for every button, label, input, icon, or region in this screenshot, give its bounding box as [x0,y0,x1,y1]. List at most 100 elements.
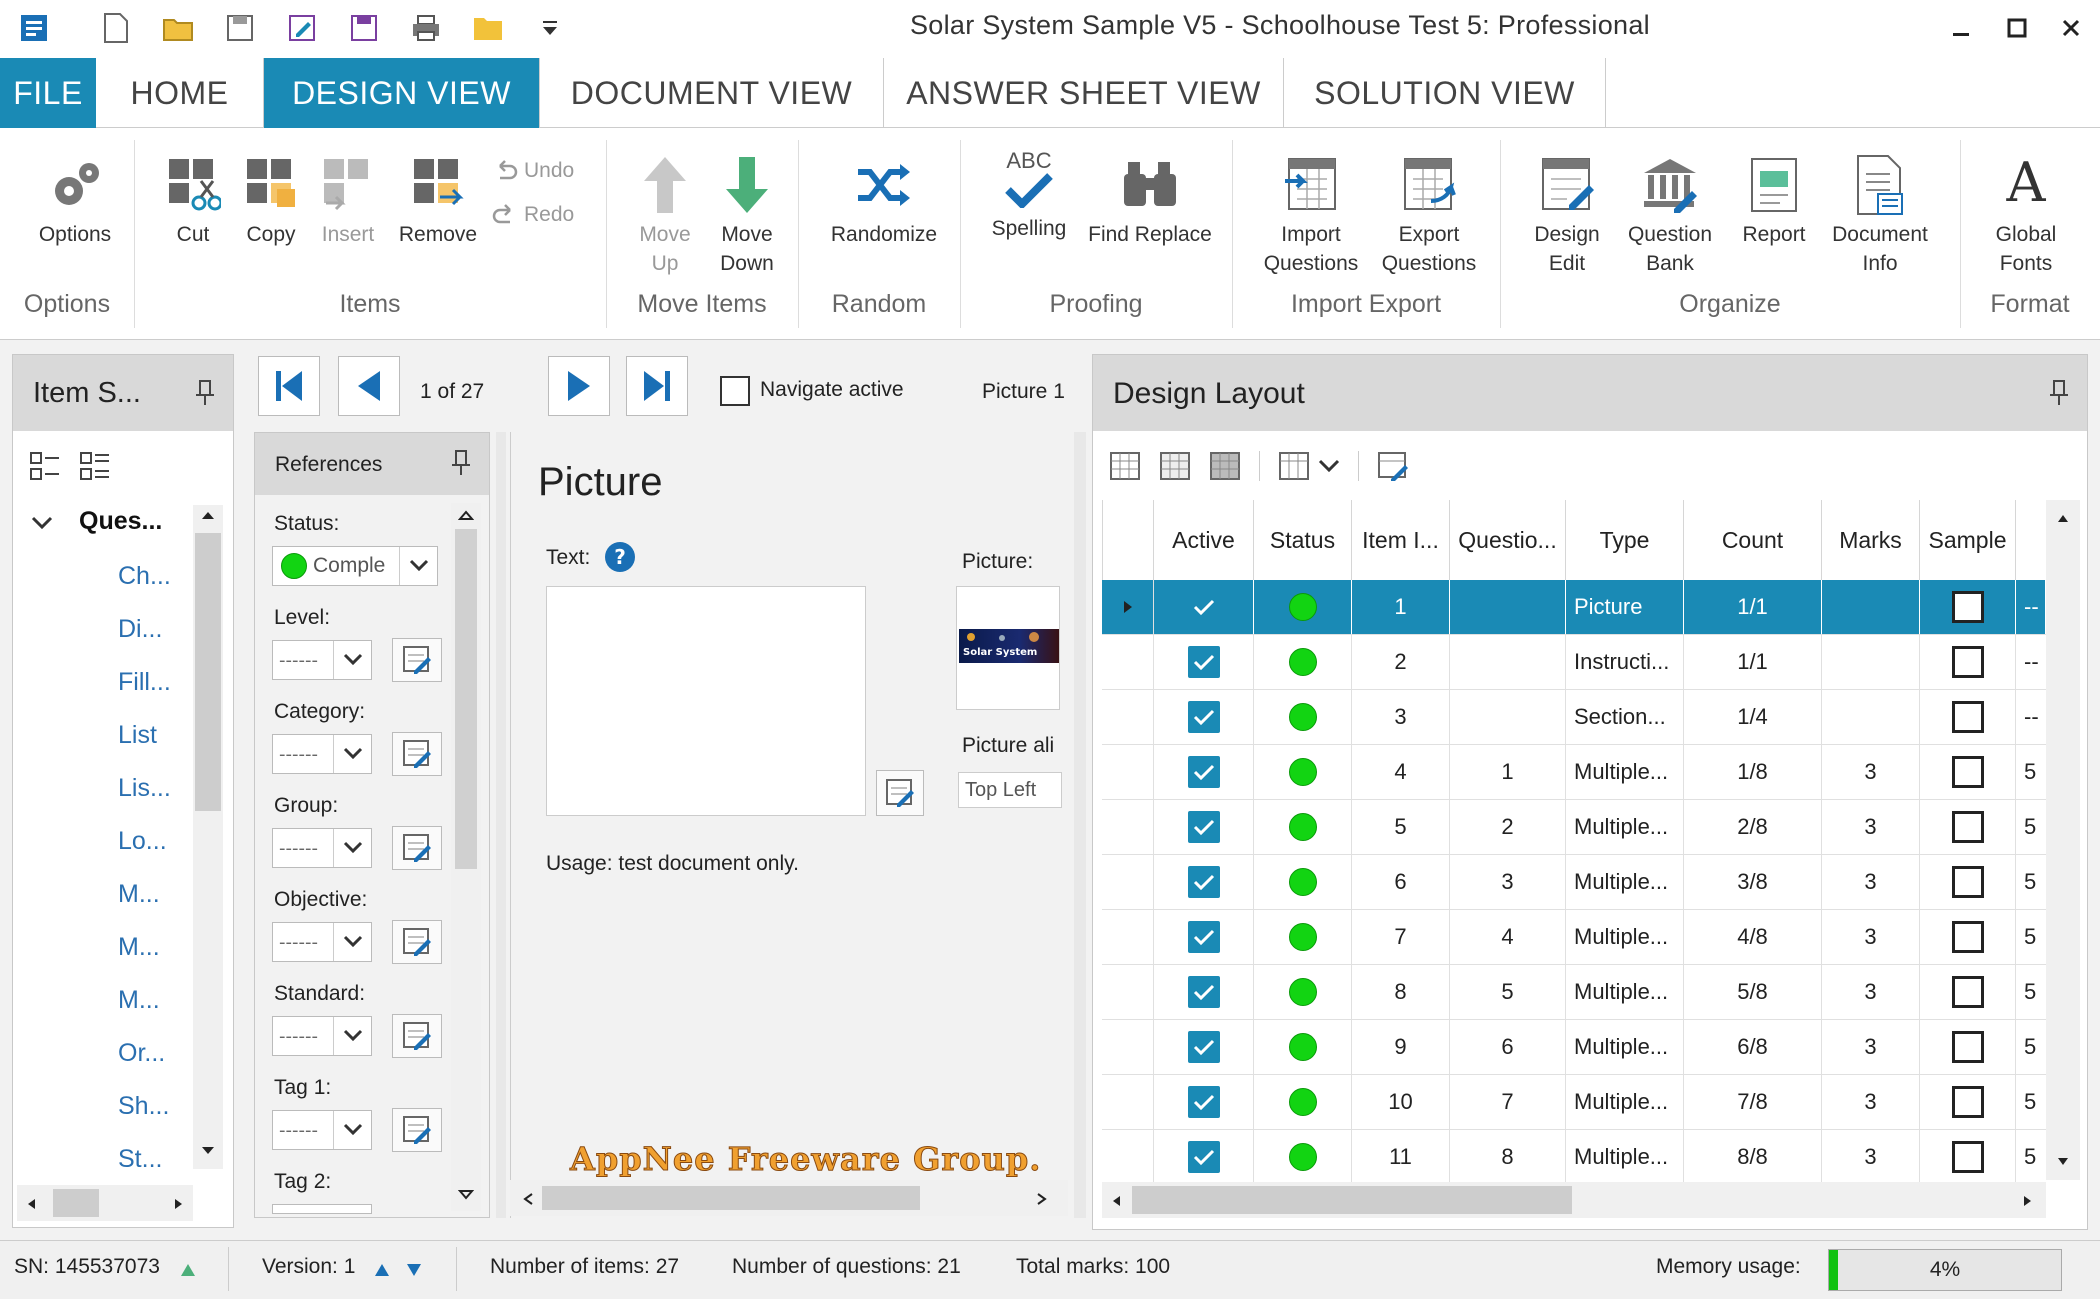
redo-button[interactable]: Redo [492,200,574,229]
tab-file[interactable]: FILE [0,58,96,128]
sample-checkbox[interactable] [1951,1086,1984,1118]
help-icon[interactable]: ? [605,542,635,572]
picture-align-select[interactable]: Top Left [958,772,1062,808]
tree-root[interactable]: Ques... [79,507,162,536]
picture-preview[interactable]: Solar System [956,586,1060,710]
active-checkbox[interactable] [1187,921,1220,953]
sample-checkbox[interactable] [1951,591,1984,623]
tab-answer-sheet-view[interactable]: ANSWER SHEET VIEW [884,58,1284,128]
grid-vscrollbar[interactable] [2046,500,2080,1180]
navigate-active-checkbox[interactable] [720,376,750,406]
tree-item[interactable]: M... [118,933,160,962]
editor-hscrollbar[interactable] [510,1180,1068,1216]
tab-document-view[interactable]: DOCUMENT VIEW [540,58,884,128]
tab-home[interactable]: HOME [96,58,264,128]
sample-checkbox[interactable] [1951,646,1984,678]
edit-objective-button[interactable] [392,920,442,964]
save-as-icon[interactable] [344,8,384,48]
group-select[interactable]: ------ [272,828,372,868]
expand-all-icon[interactable] [29,451,61,481]
sample-checkbox[interactable] [1951,866,1984,898]
design-edit-button[interactable]: Design Edit [1520,154,1614,278]
grid-hscrollbar[interactable] [1102,1182,2046,1218]
scroll-down-icon[interactable] [458,1189,474,1201]
chevron-down-icon[interactable] [399,547,437,585]
new-document-icon[interactable] [96,8,136,48]
scroll-left-icon[interactable] [1110,1194,1122,1208]
scroll-up-icon[interactable] [2056,512,2070,524]
minimize-button[interactable] [1936,8,1986,48]
status-select[interactable]: Comple [272,546,438,586]
move-down-button[interactable]: Move Down [712,154,782,278]
sample-checkbox[interactable] [1951,976,1984,1008]
chevron-down-icon[interactable] [333,1017,371,1055]
table-row[interactable]: 11 8 Multiple... 8/8 3 5 [1102,1130,2046,1185]
last-item-button[interactable] [626,356,688,416]
randomize-button[interactable]: Randomize [822,154,946,249]
print-icon[interactable] [406,8,446,48]
column-header-count[interactable]: Count [1684,500,1822,580]
table-row[interactable]: 5 2 Multiple... 2/8 3 5 [1102,800,2046,855]
active-checkbox[interactable] [1187,811,1220,843]
save-icon[interactable] [220,8,260,48]
tree-item[interactable]: Sh... [118,1092,169,1121]
tree-item[interactable]: Lo... [118,827,167,856]
chevron-down-icon[interactable] [333,923,371,961]
hscroll-thumb[interactable] [1132,1186,1572,1214]
tree-item[interactable]: M... [118,986,160,1015]
table-row[interactable]: 10 7 Multiple... 7/8 3 5 [1102,1075,2046,1130]
table-row[interactable]: 7 4 Multiple... 4/8 3 5 [1102,910,2046,965]
tab-design-view[interactable]: DESIGN VIEW [264,58,540,128]
export-questions-button[interactable]: Export Questions [1374,154,1484,278]
edit-layout-icon[interactable] [1377,451,1409,481]
tree-item[interactable]: Or... [118,1039,165,1068]
find-replace-button[interactable]: Find Replace [1084,154,1216,249]
cut-button[interactable]: Cut [156,154,230,249]
app-icon[interactable] [14,8,54,48]
table-row[interactable]: 3 Section... 1/4 -- [1102,690,2046,745]
sample-checkbox[interactable] [1951,1141,1984,1173]
remove-button[interactable]: Remove [392,154,484,249]
scroll-right-icon[interactable] [2022,1194,2034,1208]
grid-filled-icon[interactable] [1209,451,1241,481]
references-scrollbar[interactable] [451,503,481,1211]
table-row[interactable]: 4 1 Multiple... 1/8 3 5 [1102,745,2046,800]
close-button[interactable] [2046,8,2096,48]
objective-select[interactable]: ------ [272,922,372,962]
active-checkbox[interactable] [1187,756,1220,788]
edit-text-button[interactable] [876,770,924,816]
pin-icon[interactable] [451,449,471,477]
table-row[interactable]: 2 Instructi... 1/1 -- [1102,635,2046,690]
hscroll-thumb[interactable] [542,1186,920,1210]
collapse-all-icon[interactable] [79,451,111,481]
undo-button[interactable]: Undo [492,156,574,185]
active-checkbox[interactable] [1187,646,1220,678]
grid-view-icon[interactable] [1109,451,1141,481]
hscroll-thumb[interactable] [53,1189,99,1217]
sample-checkbox[interactable] [1951,921,1984,953]
scroll-down-icon[interactable] [200,1145,216,1157]
column-header-question[interactable]: Questio... [1450,500,1566,580]
level-select[interactable]: ------ [272,640,372,680]
edit-standard-button[interactable] [392,1014,442,1058]
tree-scrollbar[interactable] [193,505,223,1169]
copy-button[interactable]: Copy [236,154,306,249]
global-fonts-button[interactable]: A Global Fonts [1976,148,2076,278]
document-info-button[interactable]: Document Info [1822,154,1938,278]
edit-tag1-button[interactable] [392,1108,442,1152]
scroll-left-icon[interactable] [522,1192,534,1206]
chevron-down-icon[interactable] [1318,458,1340,474]
active-checkbox[interactable] [1187,976,1220,1008]
tab-solution-view[interactable]: SOLUTION VIEW [1284,58,1606,128]
next-item-button[interactable] [548,356,610,416]
table-row[interactable]: 6 3 Multiple... 3/8 3 5 [1102,855,2046,910]
standard-select[interactable]: ------ [272,1016,372,1056]
scroll-thumb[interactable] [195,533,221,811]
edit-group-button[interactable] [392,826,442,870]
pin-icon[interactable] [2049,379,2069,407]
previous-item-button[interactable] [338,356,400,416]
scroll-down-icon[interactable] [2056,1156,2070,1168]
active-checkbox[interactable] [1188,591,1220,623]
grid-compact-icon[interactable] [1159,451,1191,481]
folder-icon[interactable] [468,8,508,48]
